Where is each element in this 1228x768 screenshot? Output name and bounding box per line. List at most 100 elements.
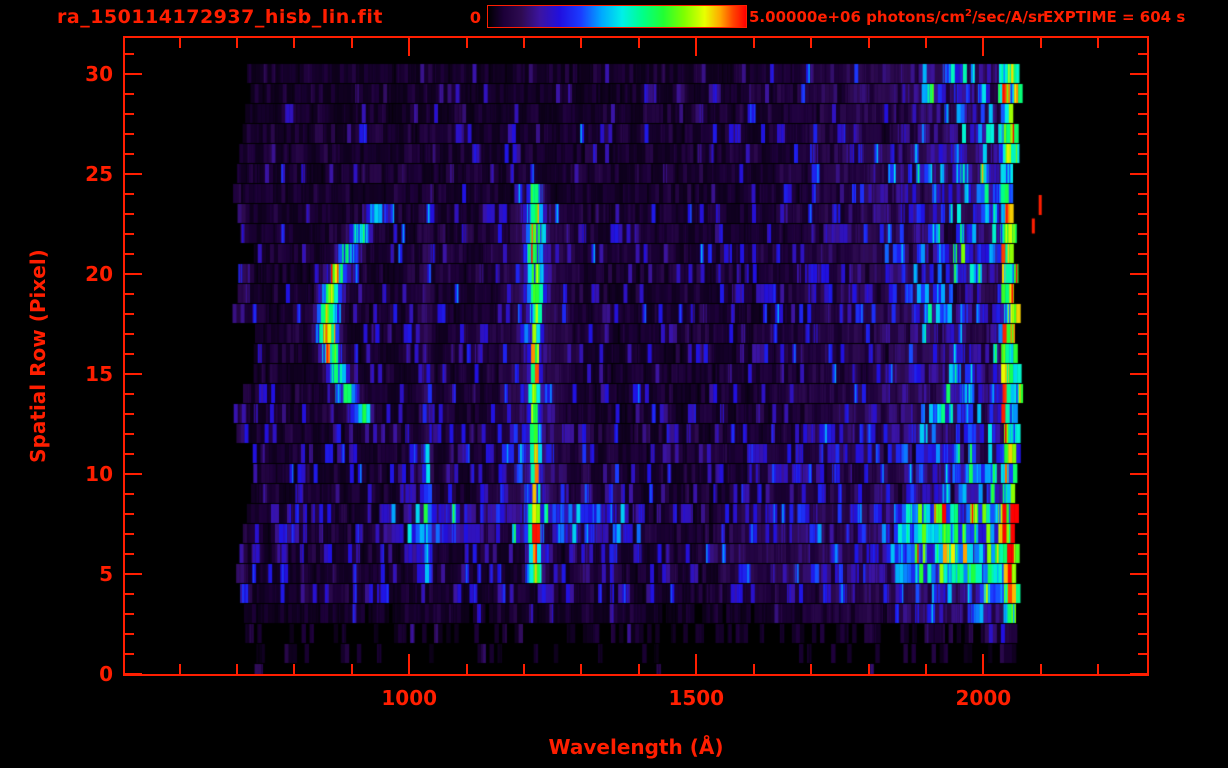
y-minor-tick [125,153,134,155]
x-minor-tick [235,664,238,674]
y-major-tick [125,273,142,275]
x-minor-tick-top [867,38,870,48]
x-minor-tick-top [752,38,755,48]
y-major-tick [125,73,142,75]
y-minor-tick-right [1138,493,1147,495]
y-minor-tick [125,553,134,555]
x-minor-tick [810,664,813,674]
y-major-tick-right [1130,473,1147,475]
y-minor-tick-right [1138,293,1147,295]
y-minor-tick [125,193,134,195]
y-tick-label: 30 [85,62,113,86]
y-major-tick [125,473,142,475]
y-minor-tick [125,53,134,55]
y-minor-tick-right [1138,453,1147,455]
y-major-tick [125,173,142,175]
y-major-tick-right [1130,173,1147,175]
colorbar-units-prefix: photons/cm [860,8,965,26]
y-minor-tick [125,533,134,535]
x-minor-tick-top [235,38,238,48]
x-minor-tick [580,664,583,674]
x-minor-tick-top [810,38,813,48]
x-minor-tick [1097,664,1100,674]
x-major-tick-top [982,38,985,56]
y-minor-tick [125,93,134,95]
y-minor-tick [125,393,134,395]
x-minor-tick-top [178,38,181,48]
x-major-tick [408,654,411,674]
x-major-tick [982,654,985,674]
y-minor-tick-right [1138,513,1147,515]
x-minor-tick [1039,664,1042,674]
colorbar-max-value: 5.00000e+06 [749,8,861,26]
x-tick-label: 1500 [668,686,725,710]
x-minor-tick-top [523,38,526,48]
y-minor-tick-right [1138,93,1147,95]
x-minor-tick [293,664,296,674]
x-minor-tick [523,664,526,674]
y-minor-tick-right [1138,313,1147,315]
y-minor-tick-right [1138,133,1147,135]
y-minor-tick-right [1138,253,1147,255]
y-tick-label: 20 [85,262,113,286]
y-major-tick [125,573,142,575]
y-minor-tick [125,613,134,615]
y-minor-tick [125,213,134,215]
y-major-tick-right [1130,73,1147,75]
y-minor-tick [125,353,134,355]
colorbar-min-label: 0 [469,8,481,27]
x-minor-tick [752,664,755,674]
x-minor-tick [350,664,353,674]
y-tick-label: 10 [85,462,113,486]
y-tick-label: 0 [99,662,113,686]
x-major-tick [695,654,698,674]
y-minor-tick-right [1138,613,1147,615]
y-minor-tick-right [1138,653,1147,655]
x-minor-tick [178,664,181,674]
x-minor-tick-top [637,38,640,48]
x-minor-tick [924,664,927,674]
filename-title: ra_150114172937_hisb_lin.fit [57,6,383,28]
y-minor-tick [125,293,134,295]
y-minor-tick [125,653,134,655]
x-tick-label: 1000 [381,686,438,710]
x-tick-label: 2000 [955,686,1012,710]
y-minor-tick-right [1138,393,1147,395]
y-minor-tick-right [1138,553,1147,555]
y-minor-tick [125,133,134,135]
y-minor-tick-right [1138,533,1147,535]
y-minor-tick-right [1138,433,1147,435]
y-major-tick [125,673,142,675]
y-minor-tick [125,493,134,495]
y-major-tick-right [1130,273,1147,275]
y-axis-title: Spatial Row (Pixel) [26,249,50,463]
x-minor-tick-top [465,38,468,48]
y-minor-tick [125,433,134,435]
y-minor-tick [125,313,134,315]
y-minor-tick-right [1138,333,1147,335]
y-tick-label: 5 [99,562,113,586]
x-major-tick-top [408,38,411,56]
y-minor-tick-right [1138,633,1147,635]
y-minor-tick-right [1138,113,1147,115]
y-minor-tick [125,593,134,595]
y-minor-tick-right [1138,353,1147,355]
colorbar-gradient [487,5,747,28]
y-major-tick [125,373,142,375]
y-minor-tick-right [1138,53,1147,55]
x-axis-title: Wavelength (Å) [548,735,724,759]
x-minor-tick [465,664,468,674]
y-minor-tick [125,453,134,455]
y-major-tick-right [1130,573,1147,575]
y-minor-tick-right [1138,213,1147,215]
y-minor-tick-right [1138,153,1147,155]
x-minor-tick-top [1097,38,1100,48]
exptime-label: EXPTIME = 604 s [1043,8,1186,26]
y-minor-tick [125,233,134,235]
x-major-tick-top [695,38,698,56]
x-minor-tick [867,664,870,674]
y-minor-tick [125,633,134,635]
y-minor-tick-right [1138,233,1147,235]
colorbar-units-superscript: 2 [964,8,972,19]
y-major-tick-right [1130,373,1147,375]
